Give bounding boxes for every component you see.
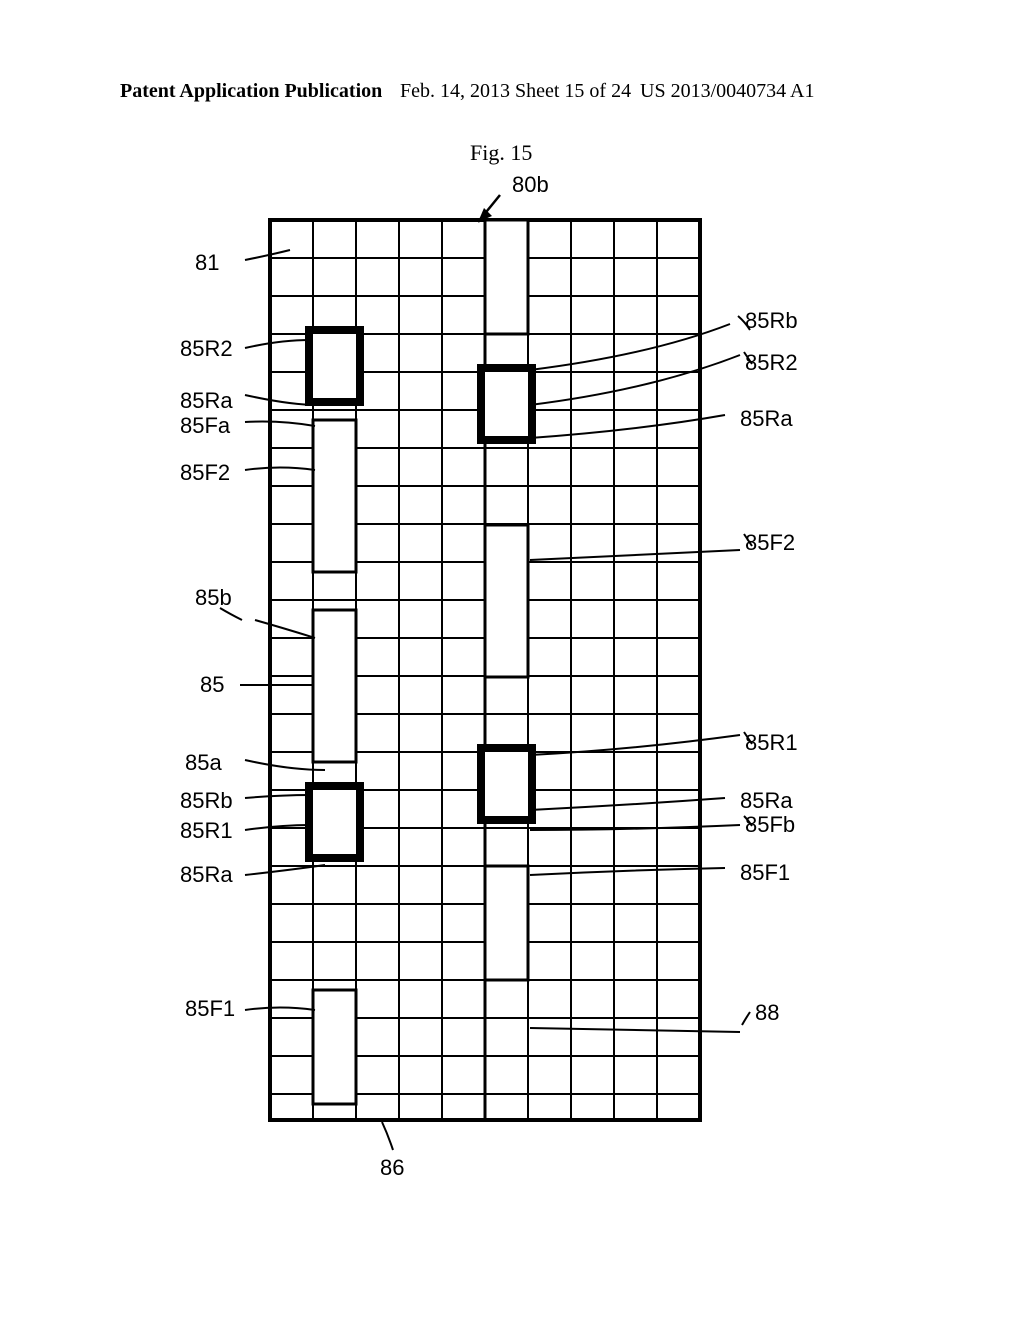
patent-page: Patent Application Publication Feb. 14, … [0, 0, 1024, 1320]
header-pubnum: US 2013/0040734 A1 [640, 80, 814, 103]
right-label-hooks [150, 130, 870, 1170]
header-publication: Patent Application Publication [120, 80, 382, 103]
header-date-sheet: Feb. 14, 2013 Sheet 15 of 24 [400, 80, 631, 103]
